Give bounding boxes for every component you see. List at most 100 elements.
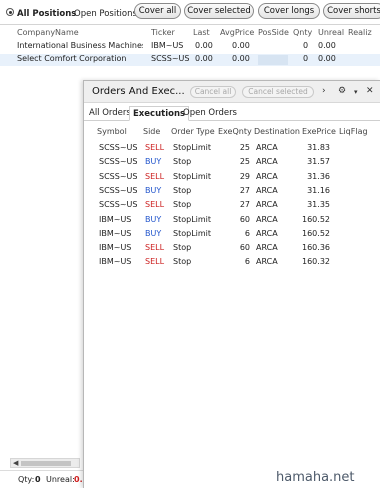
- table-row[interactable]: SCSS~US SELL StopLimit 25 ARCA 31.83: [84, 143, 380, 156]
- exeqnty-cell: 29: [239, 171, 250, 181]
- table-row[interactable]: IBM~US SELL Stop 6 ARCA 160.32: [84, 257, 380, 270]
- tab-all-positions[interactable]: All Positions: [17, 9, 76, 19]
- col-qnty[interactable]: Qnty: [293, 28, 312, 37]
- scroll-left-icon[interactable]: ◀: [13, 459, 18, 467]
- col-symbol[interactable]: Symbol: [97, 127, 127, 136]
- col-side[interactable]: Side: [143, 127, 160, 136]
- table-row[interactable]: Select Comfort Corporation SCSS~US 0.00 …: [0, 54, 380, 66]
- symbol-cell: SCSS~US: [99, 157, 138, 167]
- scrollbar-thumb[interactable]: [21, 461, 71, 466]
- cancel-all-button[interactable]: Cancel all: [190, 86, 236, 98]
- symbol-cell: SCSS~US: [99, 171, 138, 181]
- col-company[interactable]: CompanyName: [17, 28, 79, 37]
- side-cell: BUY: [145, 185, 162, 195]
- table-row[interactable]: SCSS~US SELL StopLimit 29 ARCA 31.36: [84, 172, 380, 185]
- chevron-right-icon[interactable]: ›: [322, 86, 326, 96]
- order-type-cell: Stop: [173, 157, 192, 167]
- symbol-cell: SCSS~US: [99, 200, 138, 210]
- close-icon[interactable]: ✕: [366, 86, 374, 96]
- destination-cell: ARCA: [256, 257, 278, 267]
- posside-cell: [258, 55, 288, 65]
- side-cell: SELL: [145, 200, 165, 210]
- col-ticker[interactable]: Ticker: [151, 28, 175, 37]
- qty-cell: 0: [303, 41, 309, 50]
- destination-cell: ARCA: [256, 214, 278, 224]
- destination-cell: ARCA: [256, 200, 278, 210]
- unreal-cell: 0.00: [318, 54, 336, 63]
- col-avgprice[interactable]: AvgPrice: [220, 28, 254, 37]
- side-cell: BUY: [145, 157, 162, 167]
- orders-tabs: All Orders Executions Open Orders: [84, 106, 380, 121]
- order-type-cell: Stop: [173, 257, 192, 267]
- table-row[interactable]: IBM~US BUY StopLimit 6 ARCA 160.52: [84, 229, 380, 242]
- table-row[interactable]: International Business Machines Co IBM~U…: [0, 41, 380, 53]
- side-cell: BUY: [145, 214, 162, 224]
- side-cell: SELL: [145, 257, 165, 267]
- col-unreal[interactable]: Unreal: [318, 28, 344, 37]
- chevron-down-icon[interactable]: ▾: [354, 88, 358, 96]
- orders-panel: Orders And Exec... Cancel all Cancel sel…: [83, 80, 380, 488]
- table-row[interactable]: IBM~US BUY StopLimit 60 ARCA 160.52: [84, 215, 380, 228]
- exeqnty-cell: 27: [239, 200, 250, 210]
- col-exeprice[interactable]: ExePrice: [302, 127, 336, 136]
- exeqnty-cell: 25: [239, 157, 250, 167]
- destination-cell: ARCA: [256, 157, 278, 167]
- unreal-value: 0.: [74, 475, 83, 484]
- radio-icon[interactable]: [6, 8, 14, 16]
- symbol-cell: SCSS~US: [99, 185, 138, 195]
- side-cell: SELL: [145, 171, 165, 181]
- side-cell: SELL: [145, 243, 165, 253]
- last-cell: 0.00: [195, 41, 213, 50]
- tab-open-orders[interactable]: Open Orders: [180, 106, 240, 121]
- last-cell: 0.00: [195, 54, 213, 63]
- exeqnty-cell: 60: [239, 214, 250, 224]
- col-destination[interactable]: Destination: [254, 127, 300, 136]
- col-last[interactable]: Last: [193, 28, 210, 37]
- tab-all-orders[interactable]: All Orders: [86, 106, 134, 121]
- qty-cell: 0: [303, 54, 309, 63]
- executions-table-header: Symbol Side Order Type ExeQnty Destinati…: [84, 127, 380, 139]
- col-realiz[interactable]: Realiz: [348, 28, 372, 37]
- symbol-cell: IBM~US: [99, 257, 132, 267]
- ticker-cell: IBM~US: [151, 41, 184, 50]
- destination-cell: ARCA: [256, 243, 278, 253]
- orders-title: Orders And Exec...: [92, 86, 185, 97]
- destination-cell: ARCA: [256, 185, 278, 195]
- exeprice-cell: 160.52: [302, 214, 330, 224]
- cover-longs-button[interactable]: Cover longs: [258, 3, 320, 19]
- order-type-cell: Stop: [173, 243, 192, 253]
- cancel-selected-button[interactable]: Cancel selected: [242, 86, 314, 98]
- exeprice-cell: 160.32: [302, 257, 330, 267]
- symbol-cell: IBM~US: [99, 228, 132, 238]
- order-type-cell: StopLimit: [173, 214, 212, 224]
- positions-toolbar: All Positions Open Positions Cover all C…: [0, 0, 380, 25]
- cover-all-button[interactable]: Cover all: [134, 3, 181, 19]
- order-type-cell: Stop: [173, 185, 192, 195]
- gear-icon[interactable]: ⚙: [338, 86, 346, 96]
- table-row[interactable]: SCSS~US BUY Stop 27 ARCA 31.16: [84, 186, 380, 199]
- orders-title-bar[interactable]: Orders And Exec... Cancel all Cancel sel…: [84, 81, 380, 103]
- tab-open-positions[interactable]: Open Positions: [74, 9, 137, 19]
- unreal-cell: 0.00: [318, 41, 336, 50]
- table-row[interactable]: SCSS~US SELL Stop 27 ARCA 31.35: [84, 200, 380, 213]
- company-cell: International Business Machines Co: [17, 41, 143, 50]
- unreal-label: Unreal:: [46, 475, 75, 484]
- table-row[interactable]: IBM~US SELL Stop 60 ARCA 160.36: [84, 243, 380, 256]
- col-exeqnty[interactable]: ExeQnty: [218, 127, 252, 136]
- cover-selected-button[interactable]: Cover selected: [184, 3, 254, 19]
- watermark: hamaha.net: [276, 470, 355, 485]
- exeprice-cell: 31.16: [307, 185, 330, 195]
- exeprice-cell: 31.36: [307, 171, 330, 181]
- cover-shorts-button[interactable]: Cover shorts: [323, 3, 380, 19]
- col-liqflag[interactable]: LiqFlag: [339, 127, 368, 136]
- destination-cell: ARCA: [256, 228, 278, 238]
- col-posside[interactable]: PosSide: [258, 28, 289, 37]
- exeprice-cell: 31.83: [307, 143, 330, 152]
- qty-label: Qty:: [18, 475, 35, 484]
- col-order-type[interactable]: Order Type: [171, 127, 215, 136]
- avgprice-cell: 0.00: [232, 54, 250, 63]
- horizontal-scrollbar[interactable]: ◀: [10, 458, 80, 468]
- table-row[interactable]: SCSS~US BUY Stop 25 ARCA 31.57: [84, 157, 380, 170]
- symbol-cell: IBM~US: [99, 214, 132, 224]
- exeqnty-cell: 6: [244, 228, 250, 238]
